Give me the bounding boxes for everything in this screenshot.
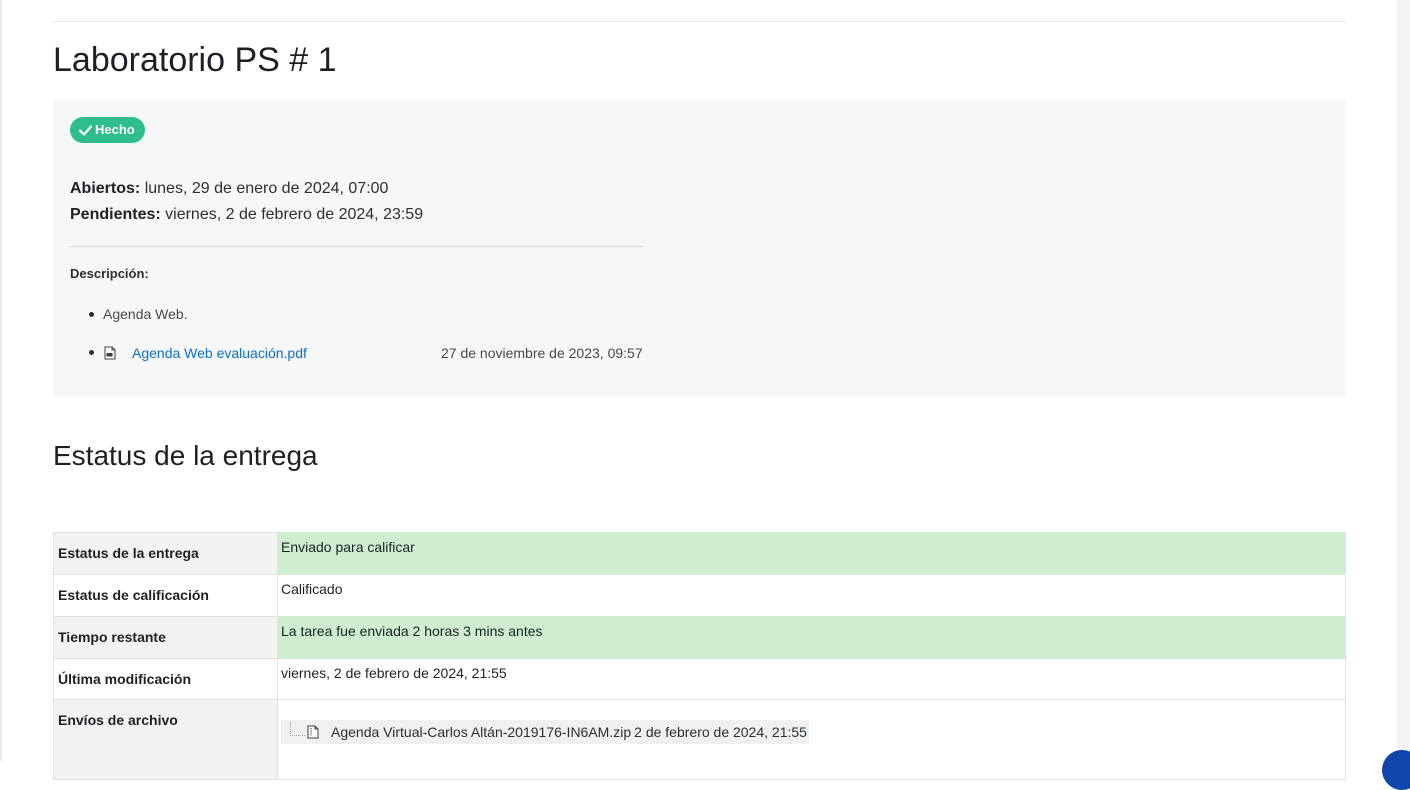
description-label: Descripción: <box>70 266 149 281</box>
completion-status-badge: Hecho <box>70 117 145 143</box>
dates-divider <box>70 246 643 247</box>
submission-status-value: Enviado para calificar <box>277 532 1346 575</box>
table-row: Estatus de la entrega Enviado para calif… <box>53 532 1346 575</box>
row-label: Última modificación <box>53 658 278 700</box>
page-title: Laboratorio PS # 1 <box>53 41 337 79</box>
row-label: Estatus de la entrega <box>53 532 278 575</box>
last-modified-value: viernes, 2 de febrero de 2024, 21:55 <box>277 658 1346 700</box>
list-bullet <box>89 350 94 355</box>
submission-status-table: Estatus de la entrega Enviado para calif… <box>53 532 1346 780</box>
grading-status-value: Calificado <box>277 574 1346 617</box>
help-button[interactable] <box>1382 750 1410 790</box>
completion-status-label: Hecho <box>95 122 135 137</box>
row-label: Envíos de archivo <box>53 699 278 780</box>
table-row: Estatus de calificación Calificado <box>53 574 1346 617</box>
header-divider <box>53 21 1346 22</box>
due-date: Pendientes: viernes, 2 de febrero de 202… <box>70 205 423 225</box>
table-row: Envíos de archivo Agenda Virtual-Carlos … <box>53 699 1346 780</box>
file-submissions-cell: Agenda Virtual-Carlos Altán-2019176-IN6A… <box>277 699 1346 780</box>
submission-status-heading: Estatus de la entrega <box>53 440 318 471</box>
opened-date: Abiertos: lunes, 29 de enero de 2024, 07… <box>70 179 388 199</box>
table-row: Última modificación viernes, 2 de febrer… <box>53 658 1346 700</box>
list-bullet <box>89 312 94 317</box>
attachment-date: 27 de noviembre de 2023, 09:57 <box>441 345 643 361</box>
submitted-file-date: 2 de febrero de 2024, 21:55 <box>634 724 807 740</box>
page-left-border <box>0 0 2 761</box>
pdf-file-icon <box>104 346 116 360</box>
submitted-file-entry: Agenda Virtual-Carlos Altán-2019176-IN6A… <box>281 720 809 744</box>
opened-date-value: lunes, 29 de enero de 2024, 07:00 <box>144 180 389 197</box>
row-label: Estatus de calificación <box>53 574 278 617</box>
scrollbar-track[interactable] <box>1397 0 1410 761</box>
tree-connector <box>290 722 305 736</box>
submitted-file-link[interactable]: Agenda Virtual-Carlos Altán-2019176-IN6A… <box>331 724 631 740</box>
row-label: Tiempo restante <box>53 616 278 659</box>
due-date-label: Pendientes: <box>70 206 161 223</box>
table-row: Tiempo restante La tarea fue enviada 2 h… <box>53 616 1346 659</box>
zip-file-icon <box>307 725 319 739</box>
description-item: Agenda Web. <box>103 306 188 322</box>
due-date-value: viernes, 2 de febrero de 2024, 23:59 <box>165 206 424 223</box>
time-remaining-value: La tarea fue enviada 2 horas 3 mins ante… <box>277 616 1346 659</box>
opened-date-label: Abiertos: <box>70 180 141 197</box>
check-icon <box>79 124 92 136</box>
attachment-link[interactable]: Agenda Web evaluación.pdf <box>132 345 307 361</box>
